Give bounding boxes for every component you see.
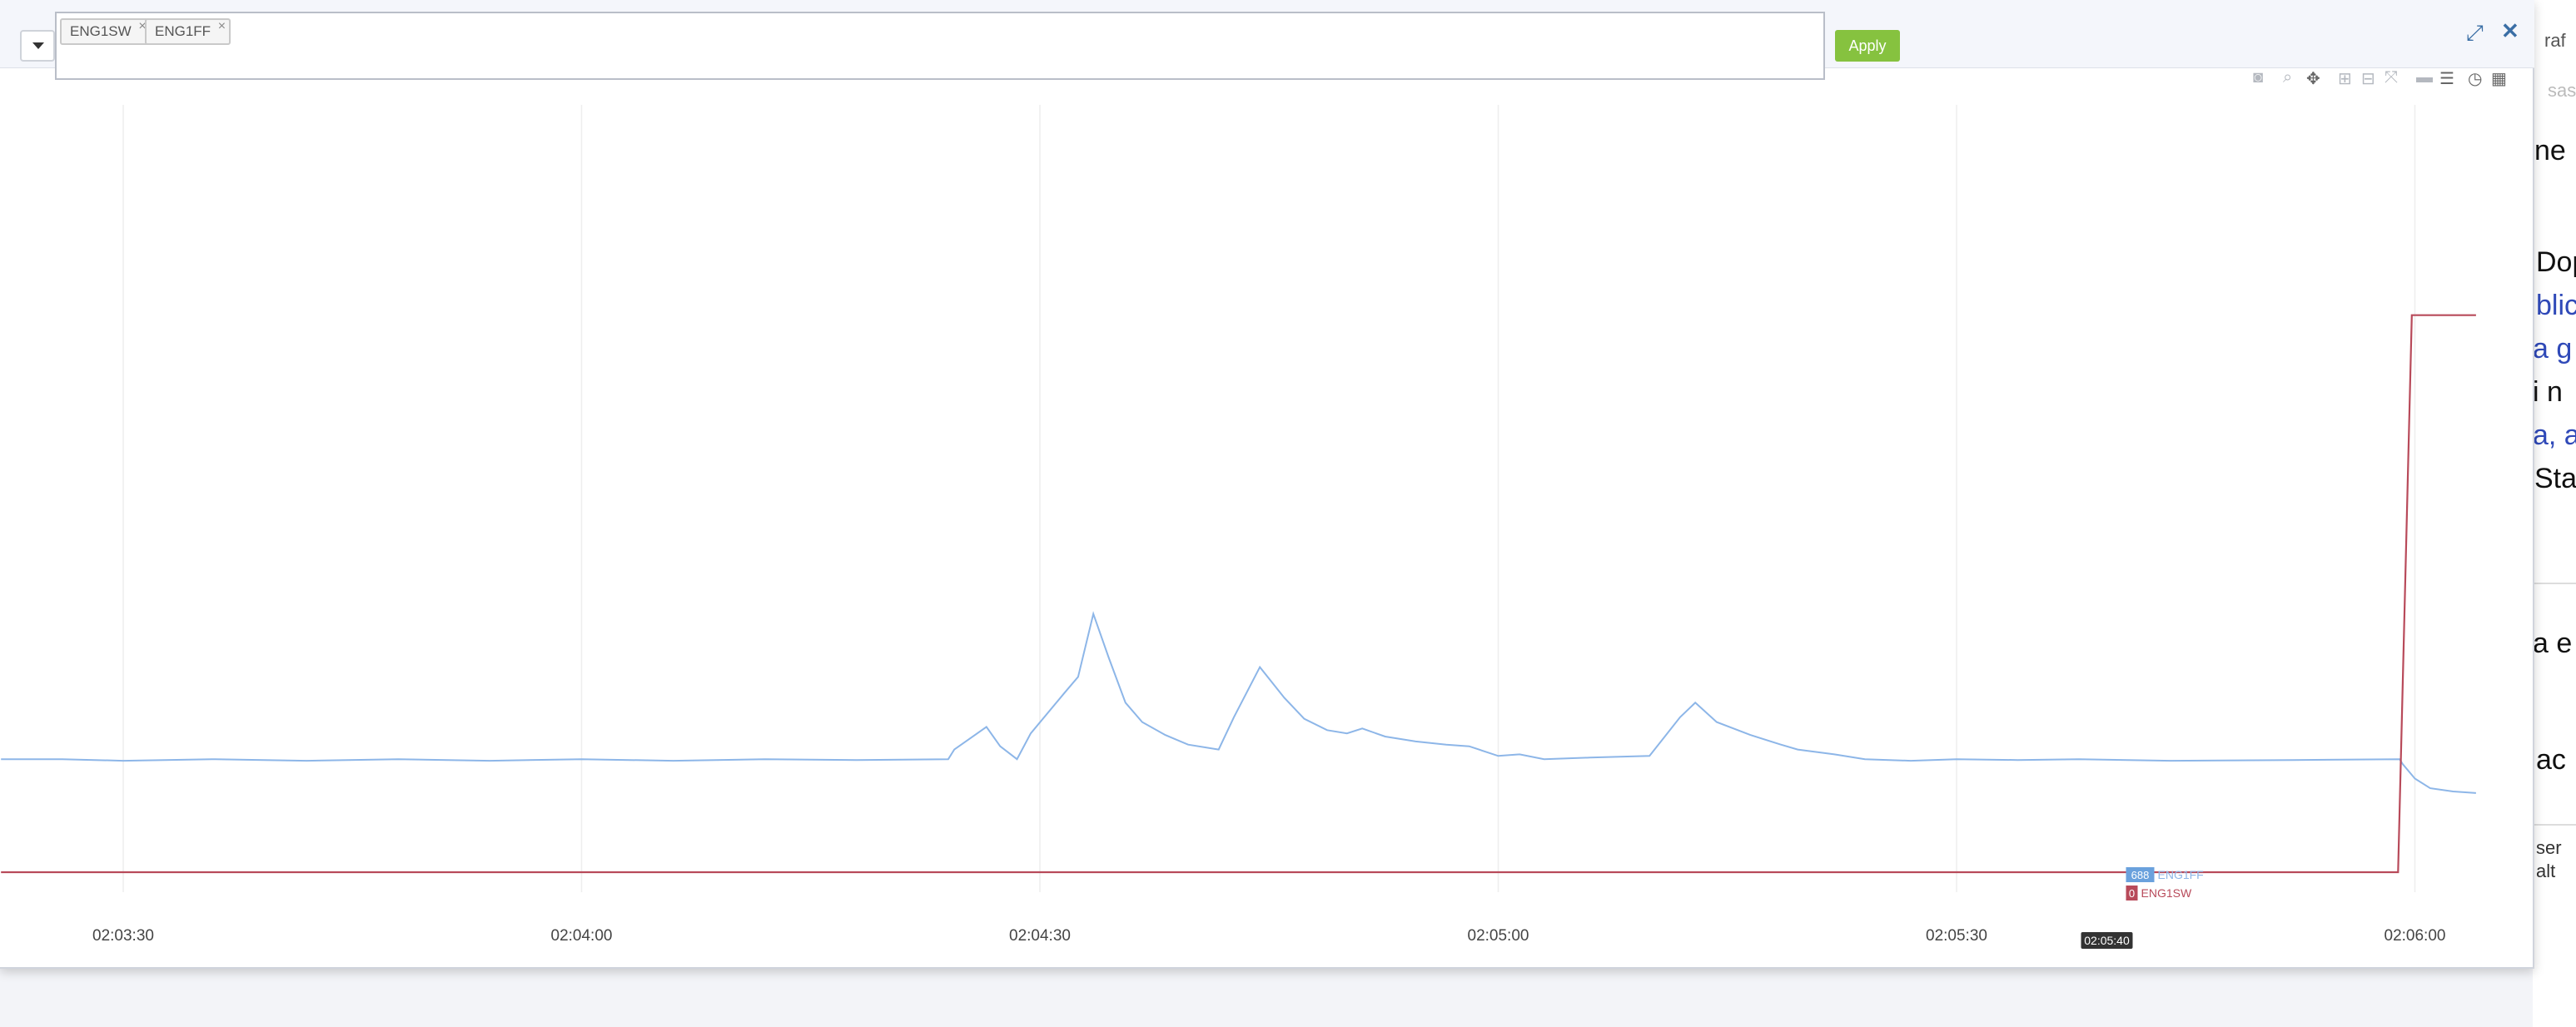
toggle-icon[interactable]: ▦ <box>2491 68 2507 89</box>
background-fragment: Sta <box>2534 463 2576 494</box>
background-link-fragment[interactable]: a g <box>2533 333 2572 365</box>
chevron-down-icon <box>32 42 44 49</box>
pan-icon[interactable]: ✥ <box>2306 68 2320 89</box>
background-fragment: ser <box>2536 837 2562 858</box>
series-line-eng1ff <box>1 611 2476 794</box>
x-tick-label: 02:04:00 <box>551 927 613 945</box>
filter-tag-label: ENG1FF <box>155 23 211 39</box>
camera-icon[interactable]: ◙ <box>2253 68 2263 87</box>
filter-tag-label: ENG1SW <box>70 23 132 39</box>
background-fragment: alt <box>2536 861 2556 881</box>
x-tick-label: 02:03:30 <box>92 927 154 945</box>
background-link-fragment[interactable]: a, a <box>2533 419 2576 452</box>
reset-icon[interactable]: ◷ <box>2468 68 2482 89</box>
filter-tag-eng1sw[interactable]: ENG1SW × <box>60 18 152 45</box>
x-tick-label: 02:06:00 <box>2385 927 2446 945</box>
hover-series-name-eng1sw: ENG1SW <box>2141 886 2192 900</box>
tag-remove-icon[interactable]: × <box>218 15 226 38</box>
hover-series-name-eng1ff: ENG1FF <box>2158 868 2204 881</box>
apply-button[interactable]: Apply <box>1835 30 1900 62</box>
background-fragment: a e <box>2533 628 2573 659</box>
hover-labels: 688 ENG1FF 0 ENG1SW 02:05:40 <box>2081 867 2204 949</box>
background-link-fragment[interactable]: blic <box>2536 290 2576 322</box>
close-icon[interactable]: ✕ <box>2501 18 2519 44</box>
compare-icon[interactable]: ☰ <box>2439 68 2454 89</box>
series-line-eng1sw <box>1 314 2476 874</box>
background-fragment: ne <box>2534 135 2566 166</box>
background-fragment: ac <box>2536 744 2566 776</box>
series-filter-input[interactable]: ENG1SW × ENG1FF × <box>55 12 1825 80</box>
filter-tag-eng1ff[interactable]: ENG1FF × <box>145 18 231 45</box>
modal-header: ENG1SW × ENG1FF × Apply ⤢ ✕ <box>0 0 2534 80</box>
zoom-icon[interactable]: ⌕ <box>2283 68 2292 87</box>
x-tick-label: 02:04:30 <box>1009 927 1071 945</box>
chart-series <box>1 314 2476 874</box>
hover-value-eng1sw: 0 <box>2129 887 2135 900</box>
spike-line-icon[interactable]: ▬ <box>2416 68 2433 87</box>
background-fragment: raf <box>2544 30 2566 51</box>
hover-time-label: 02:05:40 <box>2084 934 2130 947</box>
chart-modal: ENG1SW × ENG1FF × Apply ⤢ ✕ ◙ ⌕ ✥ ⊞ ⊟ ⤧ … <box>0 0 2534 969</box>
x-tick-label: 02:05:00 <box>1468 927 1529 945</box>
background-fragment: Dop <box>2536 246 2576 278</box>
x-tick-label: 02:05:30 <box>1926 927 1987 945</box>
expand-icon[interactable]: ⤢ <box>2466 20 2484 47</box>
background-fragment: i n <box>2533 376 2563 408</box>
zoom-out-icon[interactable]: ⊟ <box>2361 68 2375 89</box>
hover-value-eng1ff: 688 <box>2131 869 2150 881</box>
autoscale-icon[interactable]: ⤧ <box>2385 68 2398 87</box>
line-chart[interactable]: 02:03:30 02:04:00 02:04:30 02:05:00 02:05:30… <box>0 88 2534 969</box>
background-fragment: sas <box>2548 80 2576 101</box>
background-page-strip: raf sas ne Dop blic a g i n a, a Sta a e… <box>2533 0 2576 1027</box>
zoom-in-icon[interactable]: ⊞ <box>2338 68 2352 89</box>
chart-grid <box>122 105 2416 892</box>
collapse-button[interactable] <box>20 30 55 62</box>
